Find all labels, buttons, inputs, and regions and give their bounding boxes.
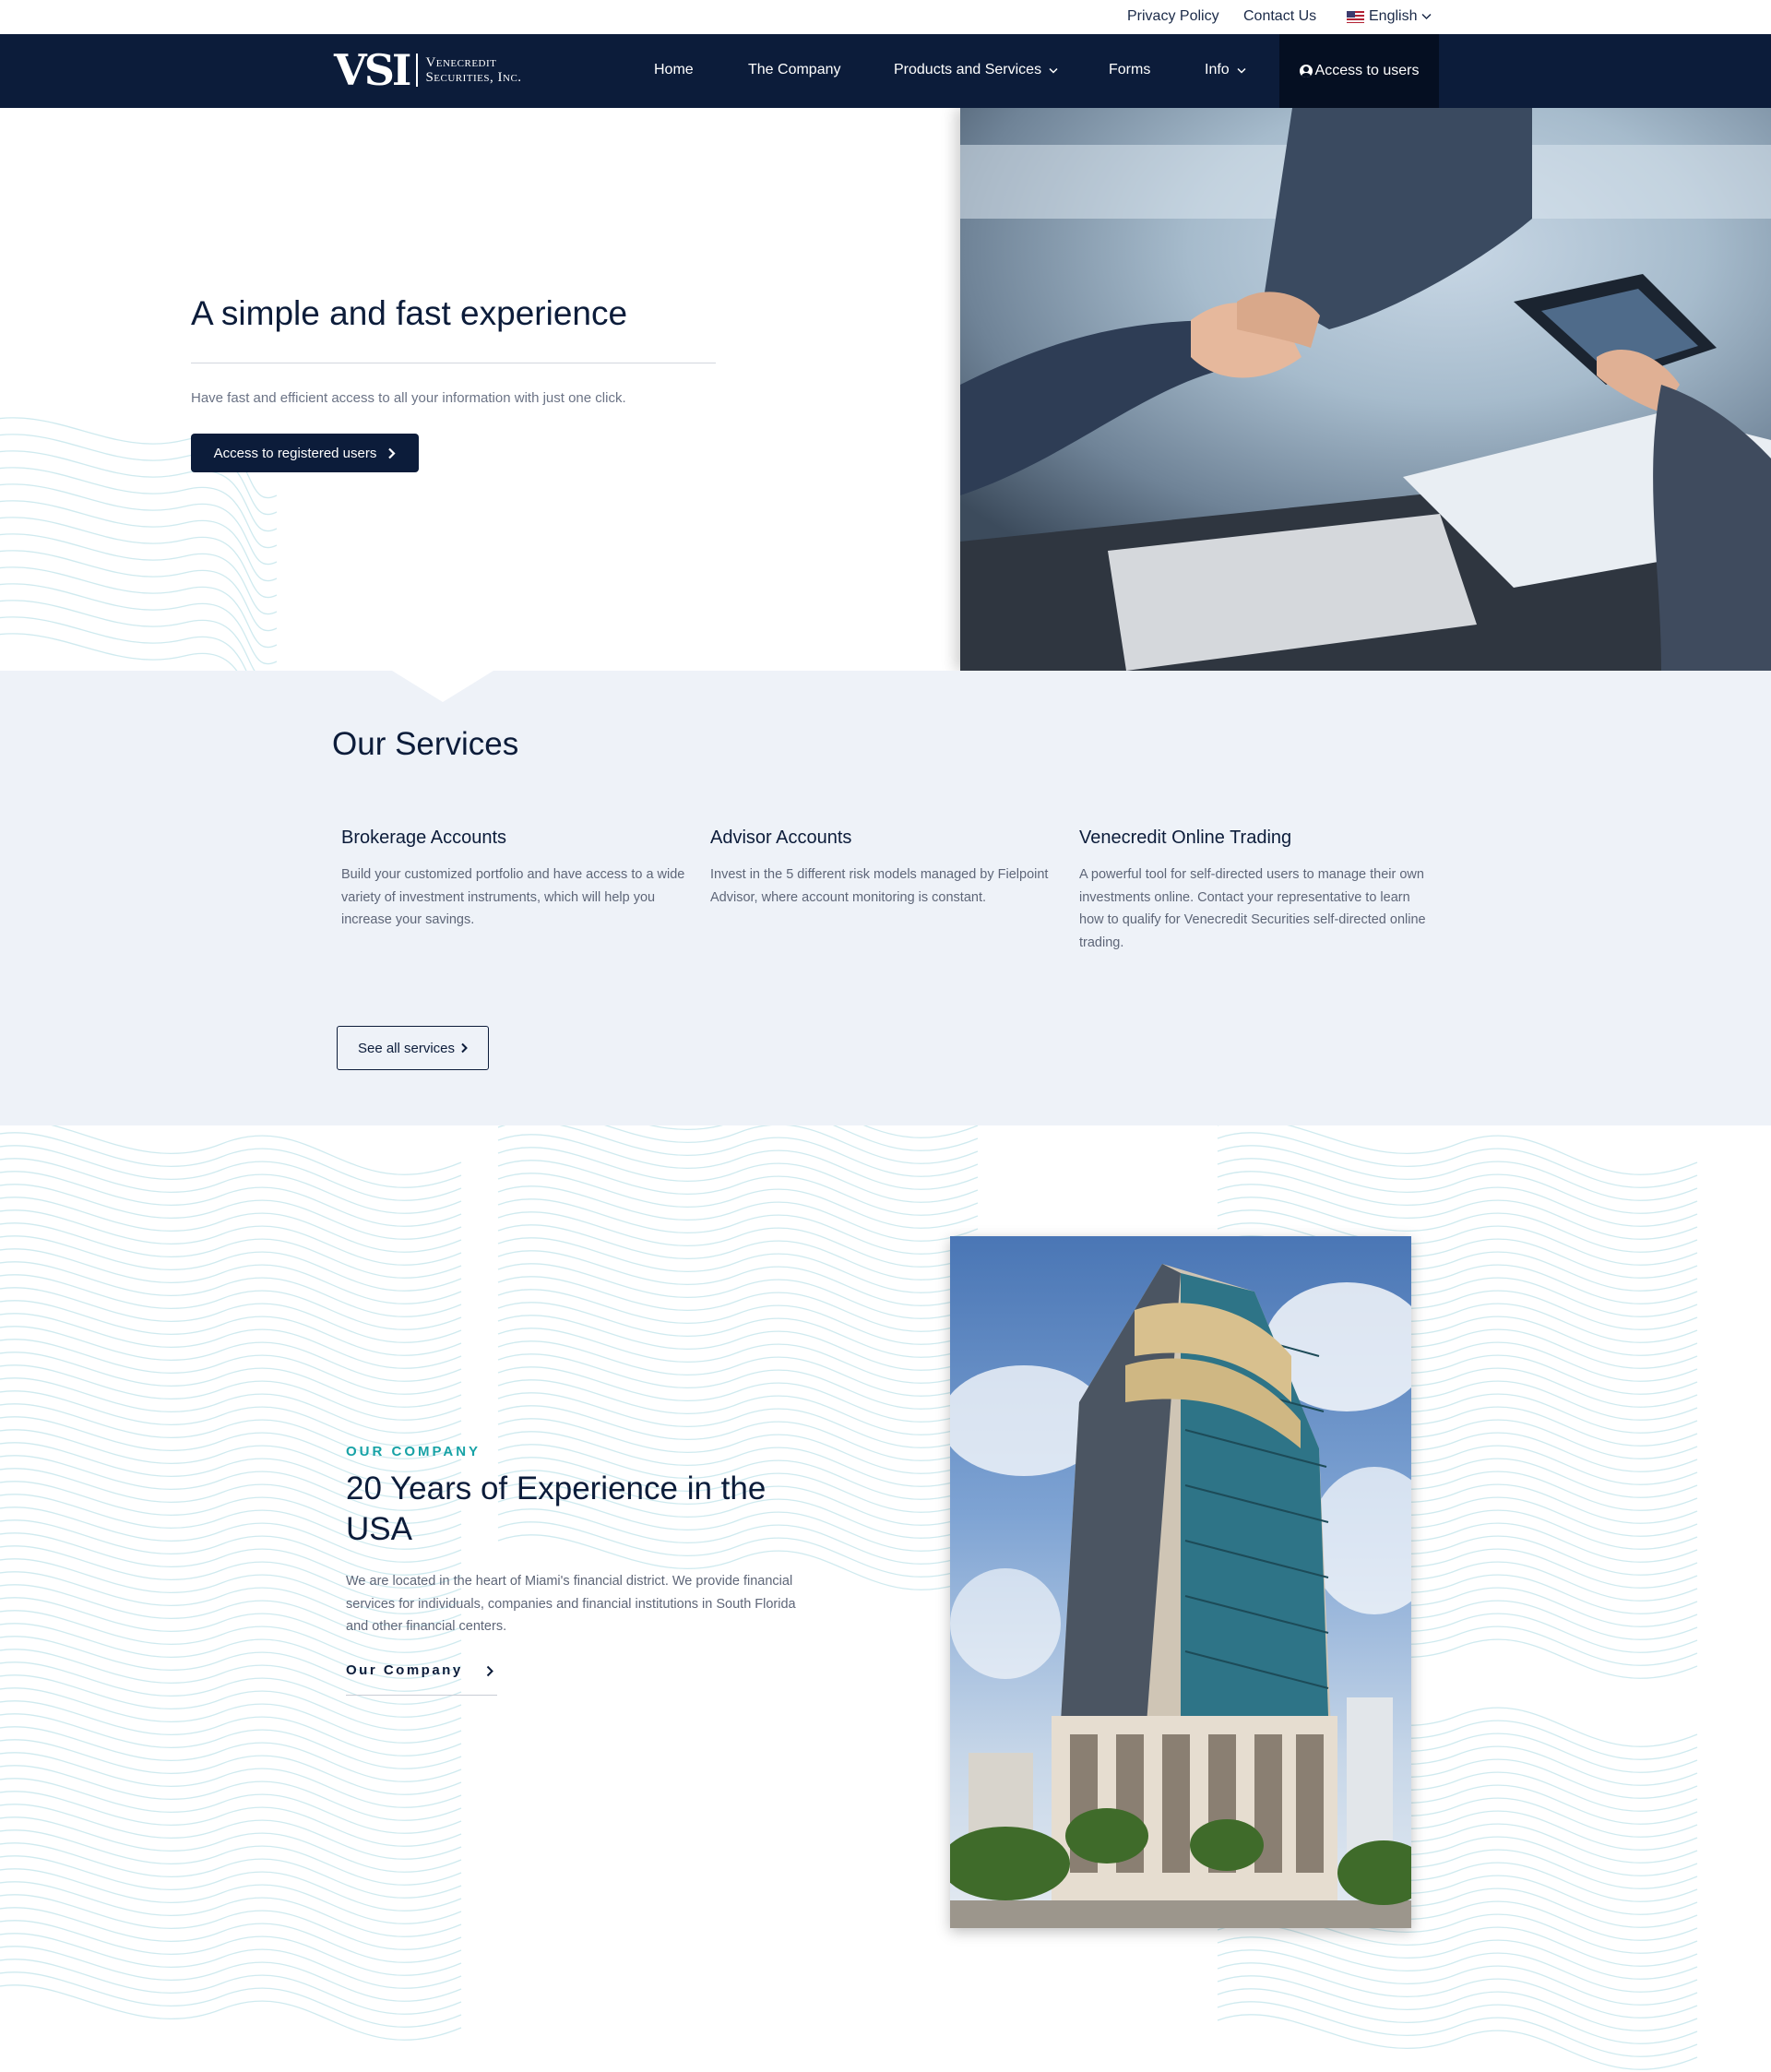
handshake-photo <box>960 108 1771 671</box>
utility-bar: Privacy Policy Contact Us English <box>0 0 1771 34</box>
service-card-online-trading: Venecredit Online Trading A powerful too… <box>1079 828 1430 954</box>
nav-products-label: Products and Services <box>894 62 1042 77</box>
language-label: English <box>1369 8 1418 24</box>
services-section: Our Services Brokerage Accounts Build yo… <box>0 671 1771 1125</box>
service-title: Venecredit Online Trading <box>1079 828 1292 848</box>
service-title: Advisor Accounts <box>710 828 852 848</box>
contact-us-link[interactable]: Contact Us <box>1243 8 1316 25</box>
access-to-users-label: Access to users <box>1314 63 1420 78</box>
hero-title: A simple and fast experience <box>191 294 628 332</box>
us-flag-icon <box>1347 10 1364 23</box>
our-company-link[interactable]: Our Company <box>346 1662 497 1696</box>
nav-home[interactable]: Home <box>654 62 694 78</box>
nav-forms[interactable]: Forms <box>1109 62 1150 78</box>
hero-description: Have fast and efficient access to all yo… <box>191 390 626 406</box>
hero-section: A simple and fast experience Have fast a… <box>0 108 1771 671</box>
chevron-down-icon <box>1421 13 1432 20</box>
service-description: Build your customized portfolio and have… <box>341 867 685 927</box>
chevron-right-icon <box>486 1665 493 1677</box>
company-title: 20 Years of Experience in the USA <box>346 1471 767 1547</box>
logo-wordmark: Venecredit Securities, Inc. <box>425 55 521 85</box>
nav-info-label: Info <box>1205 62 1230 77</box>
service-title: Brokerage Accounts <box>341 828 506 848</box>
nav-products-and-services[interactable]: Products and Services <box>894 62 1058 78</box>
chevron-down-icon <box>1237 67 1246 74</box>
see-all-services-label: See all services <box>357 1040 456 1056</box>
chevron-right-icon <box>388 447 396 458</box>
logo[interactable]: VSI Venecredit Securities, Inc. <box>334 45 522 95</box>
company-section: OUR COMPANY 20 Years of Experience in th… <box>0 1125 1771 2072</box>
access-to-users-button[interactable]: Access to users <box>1279 34 1439 108</box>
logo-line-2: Securities, Inc. <box>425 70 522 85</box>
nav-the-company[interactable]: The Company <box>748 62 841 78</box>
service-description: A powerful tool for self-directed users … <box>1079 867 1426 950</box>
service-card-brokerage: Brokerage Accounts Build your customized… <box>341 828 692 932</box>
access-registered-users-button[interactable]: Access to registered users <box>191 434 419 472</box>
privacy-policy-link[interactable]: Privacy Policy <box>1127 8 1219 25</box>
main-navbar: VSI Venecredit Securities, Inc. Home The… <box>0 34 1771 108</box>
chevron-right-icon <box>461 1042 468 1054</box>
user-circle-icon <box>1299 65 1313 77</box>
wave-pattern-decoration <box>0 1125 1698 2070</box>
service-card-advisor: Advisor Accounts Invest in the 5 differe… <box>710 828 1061 909</box>
office-building-photo <box>950 1236 1411 1928</box>
logo-mark: VSI <box>334 45 411 95</box>
see-all-services-button[interactable]: See all services <box>337 1026 489 1070</box>
company-eyebrow: OUR COMPANY <box>346 1444 481 1459</box>
access-registered-users-label: Access to registered users <box>213 445 377 461</box>
our-company-label: Our Company <box>346 1662 463 1678</box>
logo-divider <box>416 54 419 87</box>
services-title: Our Services <box>332 726 519 762</box>
chevron-down-icon <box>1049 67 1058 74</box>
service-description: Invest in the 5 different risk models ma… <box>710 867 1049 905</box>
company-description: We are located in the heart of Miami's f… <box>346 1574 796 1634</box>
logo-line-1: Venecredit <box>425 55 497 70</box>
language-selector[interactable]: English <box>1347 8 1432 25</box>
section-notch <box>392 671 493 702</box>
nav-info[interactable]: Info <box>1205 62 1246 78</box>
